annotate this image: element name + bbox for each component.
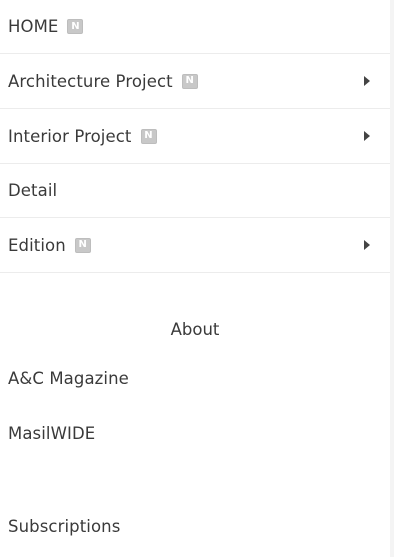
- menu-item-interior-project[interactable]: Interior Project N: [0, 109, 390, 164]
- menu-item-label: Detail: [8, 181, 58, 200]
- menu-item-architecture-project[interactable]: Architecture Project N: [0, 54, 390, 109]
- menu-item-label: MasilWIDE: [8, 423, 96, 443]
- menu-item-label: Interior Project: [8, 126, 132, 146]
- chevron-right-icon[interactable]: [364, 131, 370, 141]
- menu-item-label: Edition: [8, 235, 66, 255]
- chevron-right-icon[interactable]: [364, 76, 370, 86]
- menu-item-masilwide[interactable]: MasilWIDE: [0, 407, 390, 459]
- new-badge-icon: N: [140, 128, 157, 144]
- menu-item-home[interactable]: HOME N: [0, 0, 390, 54]
- new-badge-icon: N: [181, 73, 198, 89]
- menu-item-detail[interactable]: Detail: [0, 164, 390, 218]
- scrollbar-track[interactable]: [390, 0, 394, 557]
- menu-item-label: Architecture Project: [8, 71, 173, 91]
- menu-item-subscriptions[interactable]: Subscriptions: [0, 500, 390, 552]
- menu-item-label: Subscriptions: [8, 516, 121, 536]
- menu-item-ac-magazine[interactable]: A&C Magazine: [0, 353, 390, 403]
- side-menu: HOME N Architecture Project N Interior P…: [0, 0, 394, 557]
- new-badge-icon: N: [67, 19, 84, 34]
- about-heading: About: [170, 320, 220, 339]
- menu-item-edition[interactable]: Edition N: [0, 218, 390, 273]
- menu-item-label: A&C Magazine: [8, 368, 129, 388]
- menu-item-label: HOME: [8, 17, 59, 36]
- new-badge-icon: N: [74, 237, 91, 253]
- chevron-right-icon[interactable]: [364, 240, 370, 250]
